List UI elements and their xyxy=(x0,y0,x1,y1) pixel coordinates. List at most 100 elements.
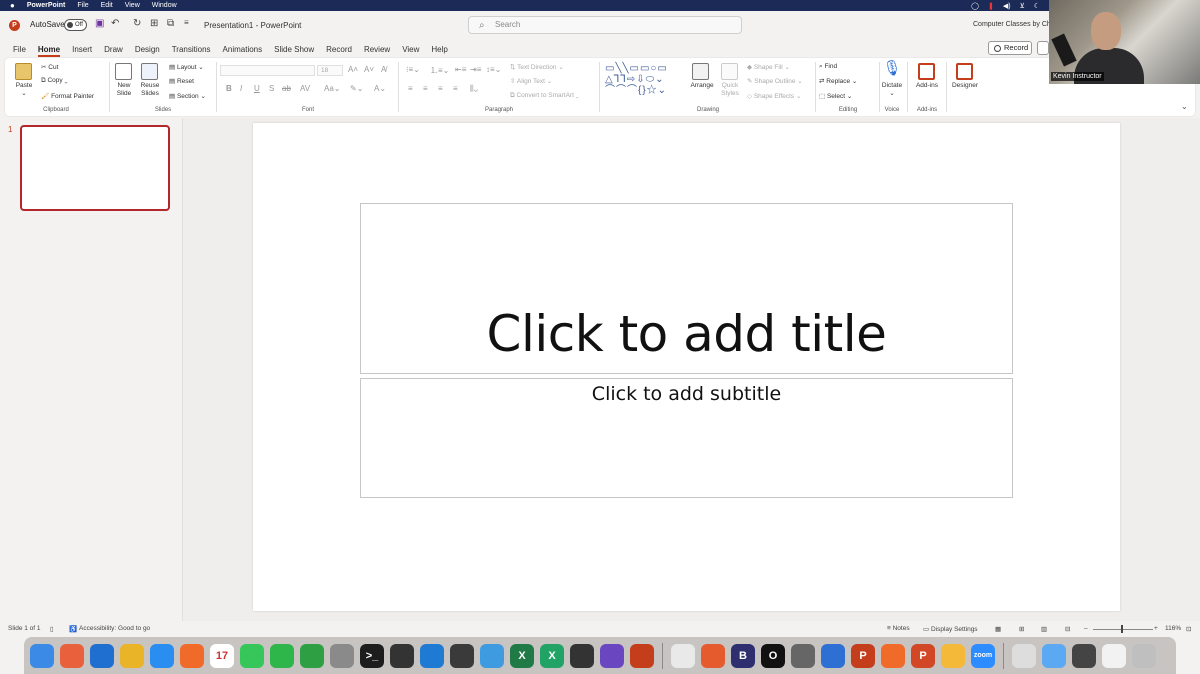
menubar-window[interactable]: Window xyxy=(152,2,177,9)
accessibility-status[interactable]: Accessibility: Good to go xyxy=(79,625,150,632)
align-right-icon[interactable]: ≡ xyxy=(438,84,443,93)
dock-circle-app-icon[interactable]: O xyxy=(761,643,785,668)
dock-chrome-icon[interactable] xyxy=(120,643,144,668)
align-center-icon[interactable]: ≡ xyxy=(423,84,428,93)
zoom-slider-track[interactable] xyxy=(1093,629,1153,630)
dock-system-settings-icon[interactable] xyxy=(330,643,354,668)
new-slide-label-2[interactable]: Slide xyxy=(111,90,137,98)
arrange-icon[interactable] xyxy=(692,63,709,80)
dock-numbers-icon[interactable] xyxy=(300,643,324,668)
dock-screen-thumb-icon[interactable] xyxy=(1072,643,1096,668)
present-icon[interactable]: ⊞ xyxy=(150,18,158,29)
new-slide-quick-icon[interactable]: ⧉ xyxy=(167,18,174,29)
align-left-icon[interactable]: ≡ xyxy=(408,84,413,93)
dock-finder-icon[interactable] xyxy=(30,643,54,668)
replace-button[interactable]: ⇄ Replace ⌄ xyxy=(819,77,857,85)
microphone-icon[interactable]: 🎙 xyxy=(879,60,905,78)
ribbon-collapse-icon[interactable]: ⌄ xyxy=(1181,102,1188,111)
copy-button[interactable]: ⧉ Copy ⌄ xyxy=(41,77,68,85)
dock-firefox-icon[interactable] xyxy=(180,643,204,668)
dock-powerpoint-icon[interactable]: P xyxy=(851,643,875,668)
dock-facetime-icon[interactable] xyxy=(270,643,294,668)
paste-button[interactable]: Paste xyxy=(11,82,37,90)
dock-folder-blue-icon[interactable] xyxy=(1042,643,1066,668)
quick-styles-icon[interactable] xyxy=(721,63,738,80)
dock-calendar-icon[interactable]: 17 xyxy=(210,643,234,668)
dock-obs-icon[interactable] xyxy=(570,643,594,668)
notes-button[interactable]: ≡ Notes xyxy=(887,625,910,632)
quick-styles-label-1[interactable]: Quick xyxy=(715,82,745,90)
reuse-slides-icon[interactable] xyxy=(141,63,158,80)
dock-quicktime-icon[interactable] xyxy=(450,643,474,668)
increase-font-icon[interactable]: A˄ xyxy=(348,65,358,74)
dock-bbedit-icon[interactable]: B xyxy=(731,643,755,668)
dock-textedit-icon[interactable] xyxy=(671,643,695,668)
zoom-slider-thumb[interactable] xyxy=(1121,625,1123,633)
apple-menu-icon[interactable]: ● xyxy=(10,1,15,10)
screen-record-icon[interactable]: ◯ xyxy=(971,2,979,10)
dock-folder-icon[interactable] xyxy=(941,643,965,668)
menubar-edit[interactable]: Edit xyxy=(101,2,113,9)
dock-keynote-icon[interactable] xyxy=(600,643,624,668)
redo-icon[interactable]: ↻ xyxy=(133,18,141,29)
dock-windows-app-icon[interactable] xyxy=(821,643,845,668)
dock-vscode-icon[interactable] xyxy=(420,643,444,668)
bold-button[interactable]: B xyxy=(226,84,232,93)
tab-insert[interactable]: Insert xyxy=(72,45,92,54)
reuse-slides-label-2[interactable]: Slides xyxy=(137,90,163,98)
cut-button[interactable]: ✂ Cut xyxy=(41,63,58,71)
new-slide-icon[interactable] xyxy=(115,63,132,80)
italic-button[interactable]: I xyxy=(240,84,242,93)
format-painter-button[interactable]: 🖌 Format Painter xyxy=(41,92,94,100)
shape-outline-button[interactable]: ✎ Shape Outline ⌄ xyxy=(747,77,803,85)
dock-screen-app-icon[interactable] xyxy=(791,643,815,668)
character-spacing-icon[interactable]: AV xyxy=(300,84,310,93)
customize-toolbar-icon[interactable]: ≡ xyxy=(184,18,189,27)
text-direction-button[interactable]: ⇅ Text Direction ⌄ xyxy=(510,63,564,71)
account-name[interactable]: Computer Classes by Chi xyxy=(973,21,1052,28)
dock-affinity-icon[interactable] xyxy=(480,643,504,668)
find-button[interactable]: ⌕ Find xyxy=(819,63,837,71)
select-button[interactable]: ⬚ Select ⌄ xyxy=(819,92,852,100)
title-placeholder[interactable]: Click to add title xyxy=(360,203,1013,374)
slideshow-view-icon[interactable]: ⊟ xyxy=(1065,625,1070,633)
normal-view-icon[interactable]: ▦ xyxy=(995,625,1001,633)
font-name-box[interactable] xyxy=(220,65,315,76)
addins-button[interactable]: Add-ins xyxy=(909,82,945,90)
menubar-file[interactable]: File xyxy=(77,2,88,9)
clear-formatting-icon[interactable]: A̸ xyxy=(381,65,386,74)
tab-slide-show[interactable]: Slide Show xyxy=(274,45,314,54)
dictate-dropdown-icon[interactable]: ⌄ xyxy=(879,90,905,98)
display-settings-button[interactable]: ▭ Display Settings xyxy=(923,625,978,633)
font-size-box[interactable]: 18 xyxy=(317,65,343,76)
paste-dropdown-icon[interactable]: ⌄ xyxy=(11,90,37,98)
dock-launchpad-icon[interactable] xyxy=(60,643,84,668)
smartart-button[interactable]: ⧉ Convert to SmartArt ⌄ xyxy=(510,92,579,100)
change-case-icon[interactable]: Aa⌄ xyxy=(324,84,341,93)
recording-indicator-icon[interactable]: ❚ xyxy=(988,2,994,10)
search-box[interactable]: ⌕ Search xyxy=(468,16,742,34)
quick-styles-label-2[interactable]: Styles xyxy=(715,90,745,98)
reuse-slides-label-1[interactable]: Reuse xyxy=(137,82,163,90)
dock-safari-icon[interactable] xyxy=(150,643,174,668)
dock-excel-icon[interactable]: X xyxy=(510,643,534,668)
tab-view[interactable]: View xyxy=(402,45,419,54)
dock-utility-icon[interactable] xyxy=(630,643,654,668)
tab-animations[interactable]: Animations xyxy=(223,45,263,54)
font-color-icon[interactable]: A⌄ xyxy=(374,84,386,93)
arrange-label[interactable]: Arrange xyxy=(687,82,717,90)
fit-to-window-icon[interactable]: ⊡ xyxy=(1186,625,1191,633)
line-spacing-icon[interactable]: ↕≡⌄ xyxy=(486,65,501,74)
slide-thumbnail[interactable] xyxy=(20,125,170,211)
decrease-font-icon[interactable]: A˅ xyxy=(364,65,374,74)
numbering-icon[interactable]: ⒈≡⌄ xyxy=(430,65,449,76)
save-icon[interactable]: ▣ xyxy=(95,18,104,29)
decrease-indent-icon[interactable]: ⇤≡ xyxy=(455,65,466,74)
tab-design[interactable]: Design xyxy=(135,45,160,54)
dock-firefox-2-icon[interactable] xyxy=(881,643,905,668)
menubar-view[interactable]: View xyxy=(125,2,140,9)
dock-messages-icon[interactable] xyxy=(240,643,264,668)
shape-fill-button[interactable]: ◆ Shape Fill ⌄ xyxy=(747,63,790,71)
tab-file[interactable]: File xyxy=(13,45,26,54)
zoom-out-icon[interactable]: – xyxy=(1084,625,1088,632)
